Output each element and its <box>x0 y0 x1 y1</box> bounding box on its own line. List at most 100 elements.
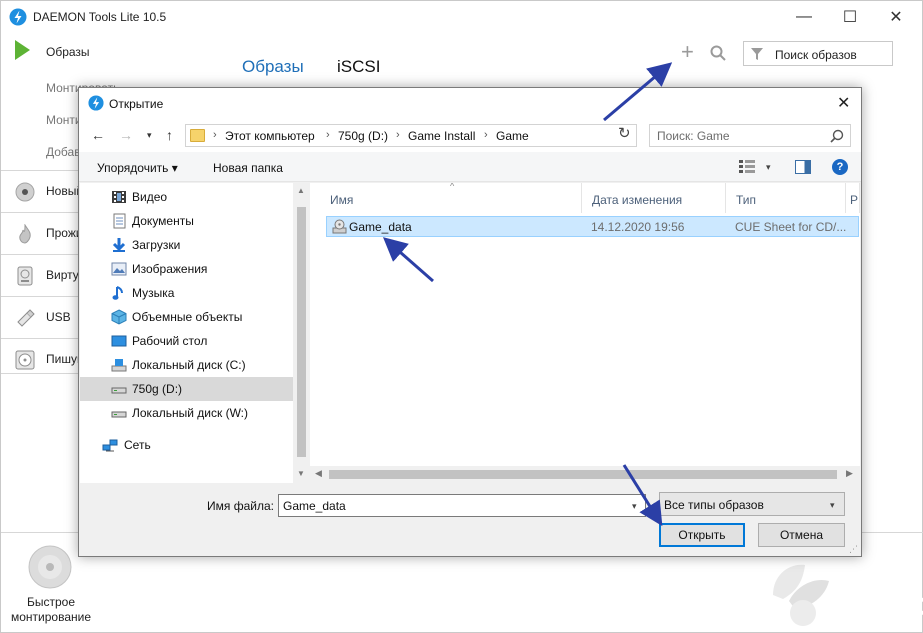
sidebar-item-label: Прожиг <box>46 226 79 240</box>
view-options-icon[interactable] <box>739 160 755 173</box>
video-folder-icon <box>112 191 126 203</box>
app-title: DAEMON Tools Lite 10.5 <box>33 10 167 24</box>
refresh-button[interactable]: ↻ <box>618 124 631 142</box>
scroll-left-arrow[interactable]: ◀ <box>315 468 322 479</box>
file-type-filter-select[interactable]: Все типы образов ▾ <box>659 492 845 516</box>
main-sidebar: Образы Монтировать Монтировать Добавить … <box>1 32 119 532</box>
chevron-down-icon: ▾ <box>830 500 835 510</box>
search-images-placeholder: Поиск образов <box>775 48 857 62</box>
sidebar-item-usb[interactable]: USB <box>1 297 79 338</box>
breadcrumb-game[interactable]: Game <box>496 129 529 143</box>
file-type: CUE Sheet for CD/... <box>735 220 847 234</box>
preview-pane-icon[interactable] <box>795 160 811 174</box>
up-folder-button[interactable]: ↑ <box>166 127 173 143</box>
breadcrumb-this-pc[interactable]: Этот компьютер <box>225 129 315 143</box>
nav-item-drive-d[interactable]: 750g (D:) <box>80 377 295 401</box>
column-header-date[interactable]: Дата изменения <box>582 183 726 213</box>
scroll-right-arrow[interactable]: ▶ <box>846 468 853 479</box>
organize-menu-button[interactable]: Упорядочить ▾ <box>97 161 178 175</box>
dialog-title: Открытие <box>109 97 164 111</box>
divider <box>1 373 79 374</box>
recent-locations-dropdown[interactable]: ▾ <box>147 130 152 141</box>
column-header-type[interactable]: Тип <box>726 183 846 213</box>
sidebar-item-new[interactable]: Новый <box>1 171 79 212</box>
nav-item-pictures[interactable]: Изображения <box>80 257 295 281</box>
cue-sheet-file-icon <box>332 219 347 234</box>
nav-pane-scrollbar[interactable]: ▲ ▼ <box>293 183 310 483</box>
virtual-hdd-icon <box>17 266 33 286</box>
close-button[interactable]: ✕ <box>873 1 919 32</box>
nav-item-label: Музыка <box>132 286 175 300</box>
dialog-close-button[interactable]: ✕ <box>837 93 850 113</box>
filename-value: Game_data <box>283 499 346 513</box>
softsalad-watermark: SOFT SALAD <box>769 557 923 629</box>
nav-item-videos[interactable]: Видео <box>80 185 295 209</box>
quick-mount-label[interactable]: Быстрое монтирование <box>1 595 101 625</box>
breadcrumb-game-install[interactable]: Game Install <box>408 129 475 143</box>
quick-mount-disc-icon[interactable] <box>28 545 72 589</box>
view-options-dropdown[interactable]: ▾ <box>766 162 771 173</box>
pictures-folder-icon <box>111 262 127 276</box>
file-list-pane: ^ Имя Дата изменения Тип Р Game_data 14.… <box>310 183 860 483</box>
nav-item-label: Рабочий стол <box>132 334 208 348</box>
app-titlebar: DAEMON Tools Lite 10.5 — ☐ ✕ <box>1 1 922 32</box>
filename-label: Имя файла: <box>207 499 274 513</box>
filename-input[interactable]: Game_data ▾ <box>278 494 646 517</box>
breadcrumb-drive-d[interactable]: 750g (D:) <box>338 129 388 143</box>
nav-item-3d-objects[interactable]: Объемные объекты <box>80 305 295 329</box>
watermark-soft: SOFT <box>833 563 912 591</box>
column-header-name[interactable]: ^ Имя <box>310 183 582 213</box>
column-header-size[interactable]: Р <box>846 183 860 213</box>
resize-grip-icon[interactable]: ⋰ <box>849 544 858 555</box>
sidebar-images-section[interactable]: Образы Монтировать Монтировать Добавить <box>1 32 119 170</box>
scrollbar-thumb[interactable] <box>329 470 837 479</box>
minimize-button[interactable]: — <box>781 1 827 32</box>
new-folder-button[interactable]: Новая папка <box>213 161 283 175</box>
scroll-up-arrow[interactable]: ▲ <box>297 186 305 195</box>
file-type-filter-value: Все типы образов <box>664 498 764 512</box>
tab-iscsi[interactable]: iSCSI <box>337 57 380 77</box>
nav-item-downloads[interactable]: Загрузки <box>80 233 295 257</box>
help-icon[interactable]: ? <box>832 159 848 175</box>
nav-item-label: Документы <box>132 214 194 228</box>
address-row: ← → ▾ ↑ › Этот компьютер › 750g (D:) › G… <box>79 118 861 152</box>
usb-icon <box>17 309 35 327</box>
cancel-button[interactable]: Отмена <box>758 523 845 547</box>
desktop-folder-icon <box>111 335 127 347</box>
dialog-search-input[interactable]: Поиск: Game <box>649 124 851 147</box>
search-icon[interactable] <box>710 45 726 61</box>
nav-item-label: Видео <box>132 190 168 204</box>
filename-dropdown[interactable]: ▾ <box>632 501 637 512</box>
open-button[interactable]: Открыть <box>659 523 745 547</box>
new-image-disc-icon <box>15 182 35 202</box>
sidebar-item-virtual-hdd[interactable]: Виртуальный HDD <box>1 255 79 296</box>
command-bar: Упорядочить ▾ Новая папка ▾ ? <box>79 152 861 182</box>
maximize-button[interactable]: ☐ <box>827 1 873 32</box>
tab-images[interactable]: Образы <box>242 57 304 77</box>
navigation-pane: Видео Документы Загрузки Изображения Муз… <box>80 183 310 483</box>
nav-item-local-disk-w[interactable]: Локальный диск (W:) <box>80 401 295 425</box>
scrollbar-thumb[interactable] <box>297 207 306 457</box>
search-images-input[interactable]: Поиск образов <box>743 41 893 66</box>
breadcrumb-separator: › <box>396 129 400 141</box>
nav-item-network[interactable]: Сеть <box>80 433 295 457</box>
sidebar-item-burn[interactable]: Прожиг <box>1 213 79 254</box>
nav-item-documents[interactable]: Документы <box>80 209 295 233</box>
scroll-down-arrow[interactable]: ▼ <box>297 469 305 478</box>
file-row-game-data[interactable]: Game_data 14.12.2020 19:56 CUE Sheet for… <box>326 216 859 237</box>
nav-item-music[interactable]: Музыка <box>80 281 295 305</box>
nav-item-local-disk-c[interactable]: Локальный диск (C:) <box>80 353 295 377</box>
nav-item-desktop[interactable]: Рабочий стол <box>80 329 295 353</box>
file-list-hscrollbar[interactable]: ◀ ▶ <box>310 466 860 483</box>
daemon-tools-logo-icon <box>88 95 104 111</box>
address-bar[interactable]: › Этот компьютер › 750g (D:) › Game Inst… <box>185 124 711 147</box>
breadcrumb-separator: › <box>326 129 330 141</box>
drive-icon <box>111 411 127 418</box>
add-image-button[interactable]: + <box>681 41 694 63</box>
sort-caret-icon: ^ <box>450 183 455 191</box>
daemon-tools-logo-icon <box>9 8 27 26</box>
filter-icon <box>751 48 763 60</box>
forward-button[interactable]: → <box>119 127 133 143</box>
back-button[interactable]: ← <box>91 127 105 143</box>
writer-disc-icon <box>15 350 35 370</box>
